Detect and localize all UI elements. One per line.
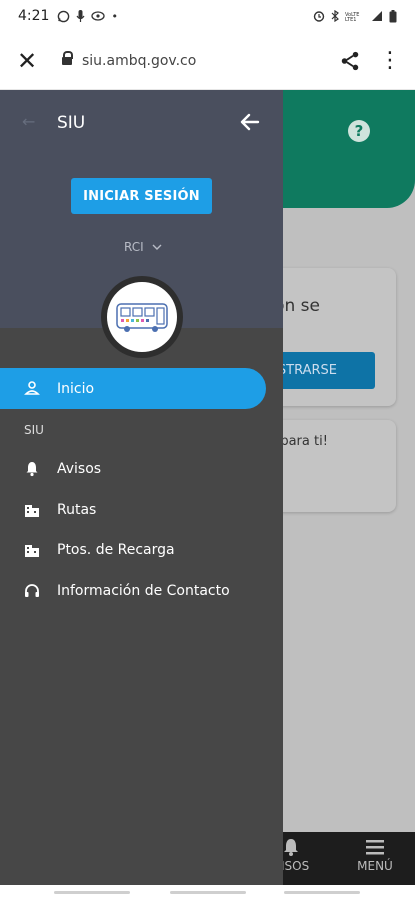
status-time: 4:21 [18,8,50,24]
drawer-title: SIU [57,113,86,133]
battery-icon [389,9,397,22]
login-button[interactable]: INICIAR SESIÓN [71,178,212,214]
more-options-icon[interactable]: ⋮ [379,49,401,72]
menu-label-avisos: Avisos [57,461,102,477]
building-icon [25,505,39,517]
recents-button[interactable] [54,891,130,894]
avatar [101,276,183,358]
menu-label-contacto: Información de Contacto [57,583,230,599]
bell-icon [284,839,298,856]
navigation-drawer: ← SIU INICIAR SESIÓN RCI Inicio SIU Avis… [0,90,283,885]
menu-item-rutas[interactable]: Rutas [0,490,266,530]
chevron-down-icon [152,244,162,250]
signal-icon [372,11,382,21]
menu-label-recarga: Ptos. de Recarga [57,542,175,558]
share-icon[interactable] [339,50,361,72]
bus-logo [107,282,177,352]
bell-icon [26,462,38,477]
status-bar: 4:21 • VoLTE LTE1 [0,0,415,32]
menu-section-siu: SIU [24,423,44,437]
menu-item-inicio[interactable]: Inicio [0,368,266,409]
headset-icon [25,584,39,597]
back-button[interactable] [284,891,360,894]
rci-label: RCI [124,240,144,254]
hamburger-icon [366,840,384,855]
menu-item-recarga[interactable]: Ptos. de Recarga [0,530,266,570]
svg-text:LTE1: LTE1 [345,17,357,22]
faint-back-icon: ← [22,112,36,131]
mic-icon [76,9,85,22]
rci-selector[interactable]: RCI [124,240,162,254]
bus-icon [116,303,168,332]
nav-menu: MENÚ [340,838,410,873]
url-text[interactable]: siu.ambq.gov.co [82,53,196,69]
menu-item-avisos[interactable]: Avisos [0,449,266,489]
nav-menu-label: MENÚ [357,859,393,873]
building-icon [25,545,39,557]
menu-label-rutas: Rutas [57,502,97,518]
arrow-left-icon[interactable] [238,110,262,134]
dot-icon: • [111,9,118,23]
person-icon [24,381,40,395]
menu-item-contacto[interactable]: Información de Contacto [0,571,266,611]
eye-icon [91,11,106,21]
home-button[interactable] [170,891,246,894]
close-tab-button[interactable]: ✕ [14,47,40,75]
system-nav-bar [0,885,415,900]
system-icons: VoLTE LTE1 [313,9,397,23]
bluetooth-icon [331,10,339,22]
notification-icons: • [57,9,118,23]
whatsapp-icon [58,10,70,22]
menu-label-inicio: Inicio [57,380,95,397]
alarm-icon [313,11,325,22]
help-icon: ? [348,120,370,142]
browser-toolbar: ✕ siu.ambq.gov.co ⋮ [0,32,415,90]
network-icon: VoLTELTE1 [345,12,359,22]
lock-icon [62,50,73,67]
